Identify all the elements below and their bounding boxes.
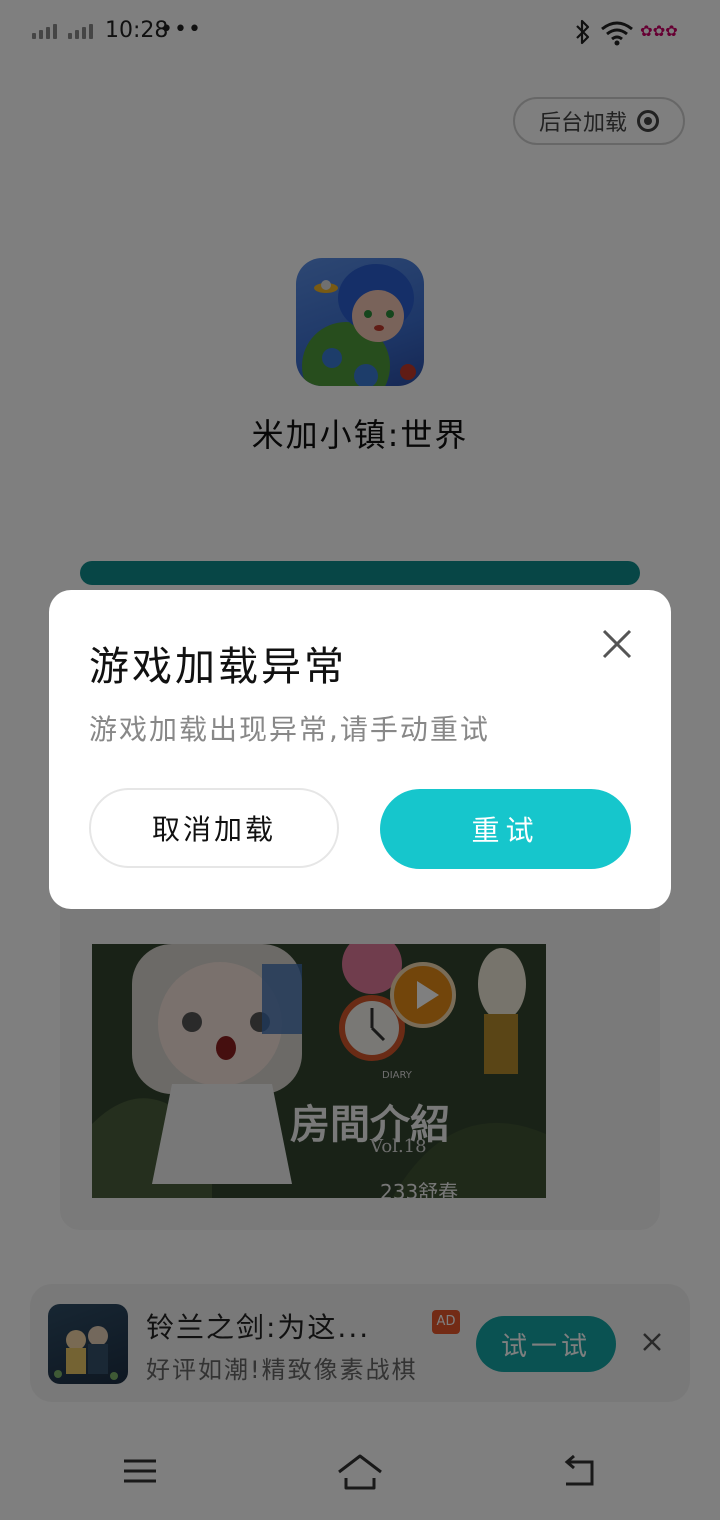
dialog-close-icon[interactable] — [601, 628, 633, 660]
dialog-message: 游戏加载出现异常,请手动重试 — [89, 713, 490, 746]
retry-button[interactable]: 重试 — [380, 789, 631, 869]
dialog-title: 游戏加载异常 — [89, 644, 347, 690]
load-error-dialog: 游戏加载异常 游戏加载出现异常,请手动重试 取消加载 重试 — [49, 590, 671, 909]
cancel-load-button[interactable]: 取消加载 — [89, 788, 339, 868]
